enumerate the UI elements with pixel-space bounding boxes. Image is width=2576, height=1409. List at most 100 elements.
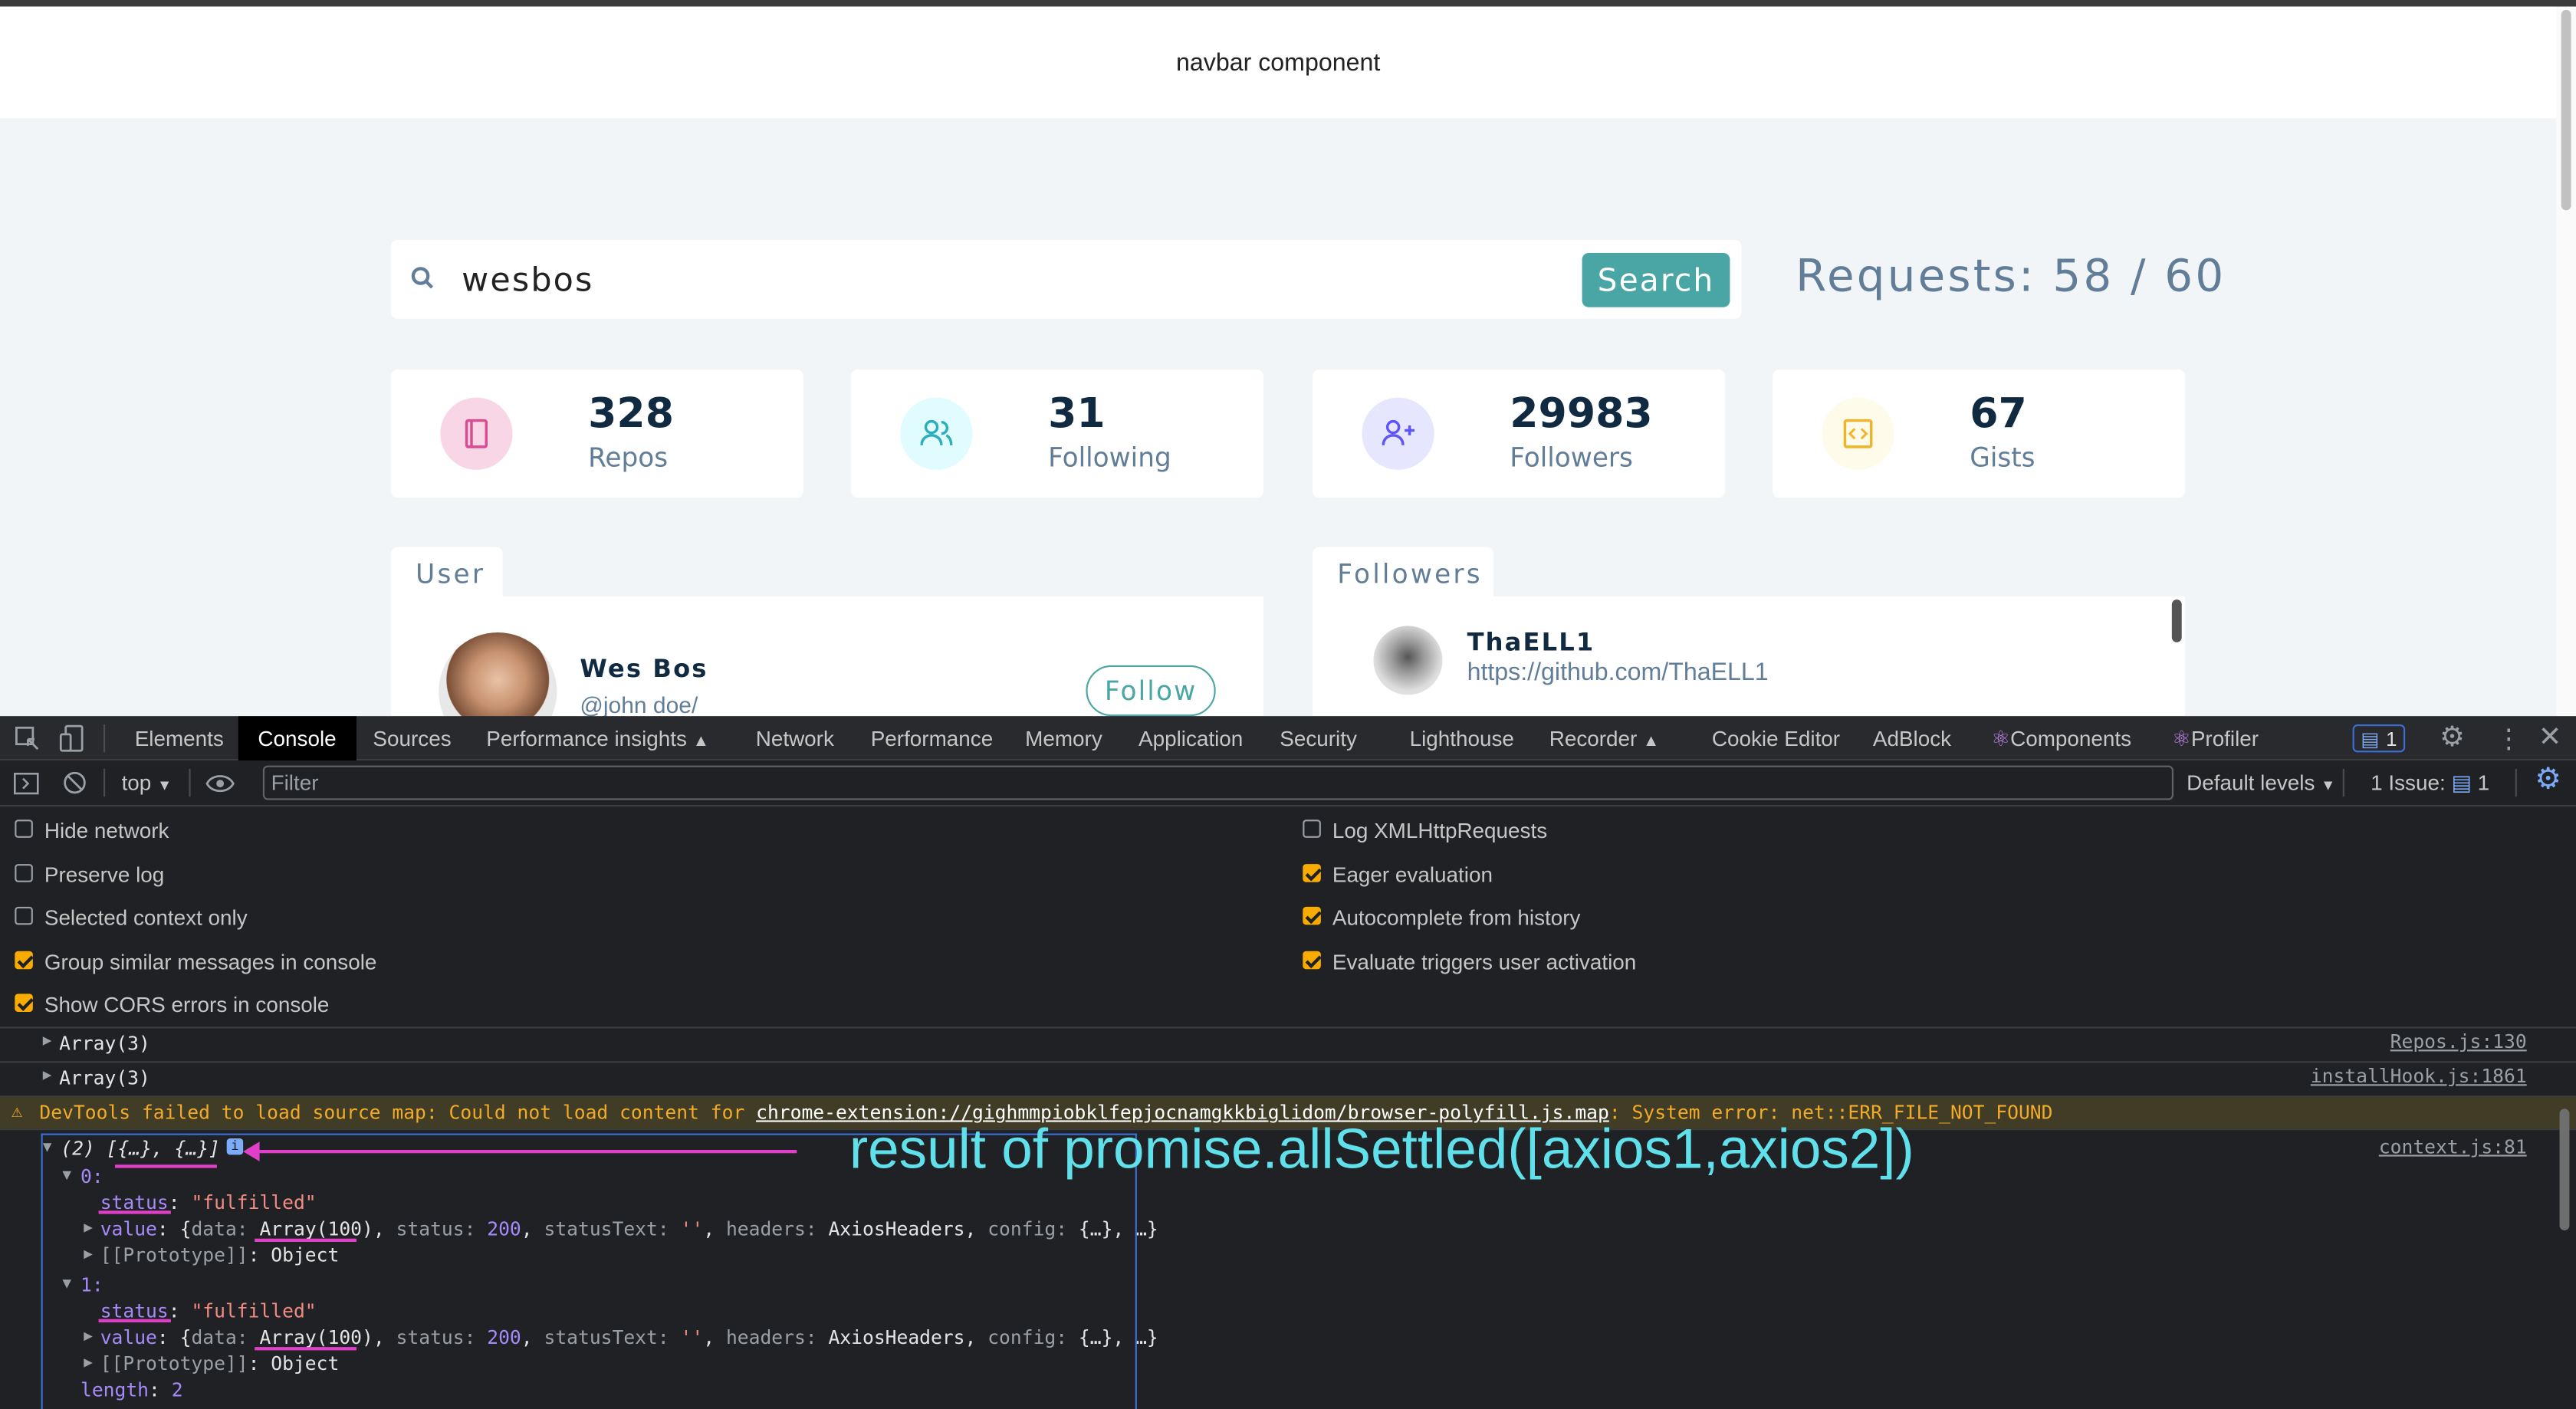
divider — [2342, 768, 2344, 797]
follower-url[interactable]: https://github.com/ThaELL1 — [1467, 659, 1769, 686]
follower-name: ThaELL1 — [1467, 627, 1595, 658]
issues-link[interactable]: 1 Issue: ▤ 1 — [2371, 770, 2489, 796]
tab-profiler[interactable]: ⚛Profiler — [2172, 726, 2259, 752]
page-scrollbar-thumb[interactable] — [2561, 9, 2571, 211]
console-toolbar: top ▼ Filter Default levels ▼ 1 Issue: ▤… — [0, 760, 2576, 807]
console-settings-icon[interactable]: ⚙ — [2535, 762, 2561, 796]
checkbox-label: Eager evaluation — [1332, 862, 1493, 888]
source-link[interactable]: installHook.js:1861 — [2311, 1065, 2527, 1088]
log-text: Array(3) — [59, 1066, 150, 1089]
close-icon[interactable]: ✕ — [2538, 721, 2562, 754]
issues-count: 1 — [2477, 770, 2490, 796]
log-levels-value: Default levels — [2187, 770, 2315, 796]
clear-console-icon[interactable] — [62, 770, 87, 795]
tab-network[interactable]: Network — [756, 726, 834, 750]
more-options-icon[interactable]: ⋮ — [2496, 723, 2522, 756]
tab-console[interactable]: Console — [238, 716, 356, 761]
follower-avatar — [1373, 626, 1443, 695]
stat-card-followers: 29983 Followers — [1313, 369, 1725, 498]
navbar: navbar component — [0, 6, 2557, 119]
user-activation-checkbox[interactable] — [1303, 951, 1321, 970]
checkbox-label: Group similar messages in console — [44, 949, 377, 974]
user-tab: User — [390, 547, 503, 600]
dropdown-arrow-icon: ▼ — [157, 777, 172, 793]
search-button[interactable]: Search — [1582, 253, 1730, 307]
tab-performance[interactable]: Performance — [871, 726, 993, 750]
expand-arrow-icon[interactable]: ▶ — [43, 1068, 52, 1084]
log-entry[interactable]: ▶ Array(3) Repos.js:130 — [0, 1026, 2576, 1061]
expand-arrow-icon[interactable]: ▶ — [43, 1033, 52, 1049]
log-xhr-checkbox[interactable] — [1303, 819, 1321, 838]
stat-value: 31 — [1048, 389, 1106, 437]
divider — [189, 768, 191, 797]
tab-adblock[interactable]: AdBlock — [1873, 726, 1951, 750]
console-scrollbar[interactable] — [2559, 1108, 2570, 1230]
messages-count: 1 — [2386, 727, 2397, 750]
browser-top-strip — [0, 0, 2576, 7]
tab-lighthouse[interactable]: Lighthouse — [1410, 726, 1514, 750]
search-icon — [411, 267, 434, 289]
requests-counter: Requests: 58 / 60 — [1796, 251, 2226, 303]
tab-sources[interactable]: Sources — [373, 726, 451, 750]
message-icon: ▤ — [2451, 770, 2472, 796]
tab-cookie-editor[interactable]: Cookie Editor — [1712, 726, 1840, 750]
tab-elements[interactable]: Elements — [135, 726, 224, 750]
user-name: Wes Bos — [580, 653, 708, 684]
tab-performance-insights[interactable]: Performance insights ▲ — [486, 726, 709, 750]
sidebar-toggle-icon[interactable] — [13, 770, 39, 796]
selected-context-checkbox[interactable] — [15, 906, 33, 925]
stat-label: Repos — [588, 442, 669, 474]
preserve-log-checkbox[interactable] — [15, 864, 33, 882]
tab-label: Components — [2010, 726, 2132, 751]
source-link[interactable]: Repos.js:130 — [2390, 1030, 2527, 1053]
followers-tab: Followers — [1313, 547, 1493, 600]
follow-button[interactable]: Follow — [1086, 665, 1216, 717]
divider — [104, 724, 106, 753]
log-entry[interactable]: ▶ Array(3) installHook.js:1861 — [0, 1061, 2576, 1095]
log-levels-select[interactable]: Default levels ▼ — [2187, 770, 2335, 795]
warning-icon: ⚠ — [12, 1100, 23, 1122]
message-icon: ▤ — [2361, 727, 2380, 750]
source-link[interactable]: context.js:81 — [2379, 1135, 2527, 1158]
followers-scrollbar[interactable] — [2171, 599, 2182, 642]
underline-mark — [115, 1164, 217, 1168]
context-select[interactable]: top ▼ — [122, 770, 172, 795]
issues-label: 1 Issue: — [2371, 770, 2446, 796]
cors-errors-checkbox[interactable] — [15, 994, 33, 1012]
tab-components[interactable]: ⚛Components — [1991, 726, 2131, 752]
user-handle: @john doe/ — [580, 691, 698, 718]
group-similar-checkbox[interactable] — [15, 951, 33, 970]
hide-network-checkbox[interactable] — [15, 819, 33, 838]
tab-label: Profiler — [2190, 726, 2259, 751]
eye-icon[interactable] — [205, 772, 235, 795]
eager-evaluation-checkbox[interactable] — [1303, 864, 1321, 882]
gear-icon[interactable]: ⚙ — [2440, 721, 2465, 754]
annotation-text: result of promise.allSettled([axios1,axi… — [849, 1118, 1914, 1181]
autocomplete-checkbox[interactable] — [1303, 906, 1321, 925]
divider — [2515, 768, 2517, 797]
react-icon: ⚛ — [2171, 726, 2191, 751]
inspect-element-icon[interactable] — [15, 726, 41, 752]
tab-security[interactable]: Security — [1280, 726, 1357, 750]
stat-label: Following — [1048, 442, 1171, 474]
underline-mark — [98, 1319, 171, 1322]
code-icon — [1822, 397, 1894, 470]
tab-application[interactable]: Application — [1138, 726, 1243, 750]
dropdown-arrow-icon: ▼ — [2321, 777, 2336, 793]
stat-card-following: 31 Following — [851, 369, 1263, 498]
search-form: wesbos Search — [390, 239, 1742, 319]
device-toolbar-icon[interactable] — [59, 724, 85, 752]
tab-memory[interactable]: Memory — [1025, 726, 1102, 750]
followers-panel — [1313, 596, 2185, 717]
filter-input[interactable]: Filter — [262, 765, 2174, 800]
page-scrollbar[interactable] — [2556, 6, 2576, 717]
arrowhead-icon — [243, 1141, 260, 1161]
messages-badge[interactable]: ▤ 1 — [2352, 724, 2406, 753]
stat-value: 29983 — [1510, 389, 1653, 437]
stat-value: 67 — [1970, 389, 2027, 437]
stat-label: Gists — [1970, 442, 2036, 474]
tab-recorder[interactable]: Recorder ▲ — [1549, 726, 1660, 750]
log-text: Array(3) — [59, 1031, 150, 1055]
context-value: top — [121, 770, 152, 796]
search-input[interactable]: wesbos — [462, 260, 593, 299]
